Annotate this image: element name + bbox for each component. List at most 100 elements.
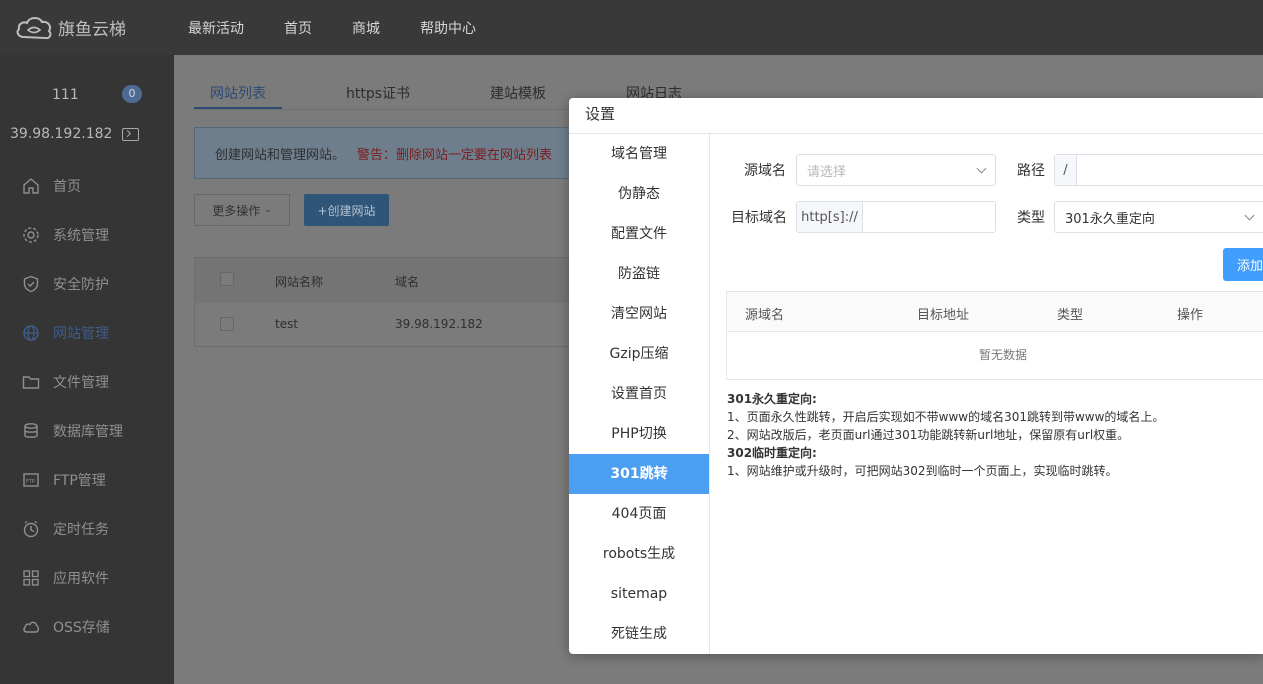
- nav-latest[interactable]: 最新活动: [188, 18, 244, 38]
- target-domain-group: http[s]://: [796, 201, 996, 233]
- top-bar: 旗鱼云梯 最新活动 首页 商城 帮助中心: [0, 0, 1263, 55]
- add-button[interactable]: 添加: [1223, 248, 1263, 281]
- sidebar-item-oss[interactable]: OSS存储: [0, 602, 174, 651]
- col-domain: 域名: [395, 275, 420, 289]
- apps-icon: [22, 569, 40, 587]
- side-item-clear-site[interactable]: 清空网站: [569, 294, 709, 334]
- target-domain-label: 目标域名: [731, 210, 787, 226]
- note-301-1: 1、页面永久性跳转，开启后实现如不带www的域名301跳转到带www的域名上。: [727, 410, 1165, 424]
- terminal-icon[interactable]: [122, 127, 140, 141]
- sidebar: 111 0 39.98.192.182 首页 系统管理 安全防护 网站管理 文件…: [0, 55, 174, 684]
- settings-modal: 设置 域名管理 伪静态 配置文件 防盗链 清空网站 Gzip压缩 设置首页 PH…: [569, 98, 1263, 654]
- clock-icon: [22, 520, 40, 538]
- col-source-domain: 源域名: [745, 308, 785, 323]
- side-item-php[interactable]: PHP切换: [569, 414, 709, 454]
- sidebar-item-label: OSS存储: [53, 619, 110, 636]
- sidebar-item-system[interactable]: 系统管理: [0, 210, 174, 259]
- sidebar-item-label: 安全防护: [53, 276, 109, 293]
- create-site-button[interactable]: +创建网站: [304, 194, 389, 226]
- domain-cell: 39.98.192.182: [395, 317, 483, 331]
- ftp-icon: FTP: [22, 471, 40, 489]
- side-item-index[interactable]: 设置首页: [569, 374, 709, 414]
- note-301-2: 2、网站改版后，老页面url通过301功能跳转新url地址，保留原有url权重。: [727, 428, 1130, 442]
- modal-title: 设置: [569, 98, 1263, 134]
- select-all-checkbox[interactable]: [220, 272, 234, 286]
- nav-home[interactable]: 首页: [284, 18, 312, 38]
- redirect-panel: 源域名 请选择 路径 / 目标域名 http[s]:// 类型 301永久重定向…: [711, 134, 1263, 654]
- more-actions-label: 更多操作: [212, 203, 261, 218]
- type-label: 类型: [1017, 210, 1045, 226]
- sidebar-item-label: 网站管理: [53, 325, 109, 342]
- sidebar-item-label: FTP管理: [53, 472, 106, 489]
- note-301-heading: 301永久重定向:: [727, 392, 817, 406]
- sidebar-item-apps[interactable]: 应用软件: [0, 553, 174, 602]
- side-item-deadlink[interactable]: 死链生成: [569, 614, 709, 654]
- path-prefix: /: [1055, 155, 1077, 185]
- source-domain-placeholder: 请选择: [807, 164, 847, 180]
- side-item-robots[interactable]: robots生成: [569, 534, 709, 574]
- side-item-hotlink[interactable]: 防盗链: [569, 254, 709, 294]
- sidebar-item-home[interactable]: 首页: [0, 161, 174, 210]
- sidebar-item-label: 数据库管理: [53, 423, 123, 440]
- sidebar-item-cron[interactable]: 定时任务: [0, 504, 174, 553]
- svg-text:FTP: FTP: [26, 479, 35, 485]
- side-item-domain[interactable]: 域名管理: [569, 134, 709, 174]
- chevron-down-icon: ⌄: [264, 205, 272, 215]
- notification-badge[interactable]: 0: [122, 85, 142, 103]
- chevron-down-icon: [1244, 210, 1255, 221]
- sidebar-item-security[interactable]: 安全防护: [0, 259, 174, 308]
- sidebar-item-files[interactable]: 文件管理: [0, 357, 174, 406]
- tab-https[interactable]: https证书: [330, 83, 426, 109]
- path-input[interactable]: [1077, 155, 1263, 185]
- sidebar-item-label: 系统管理: [53, 227, 109, 244]
- col-type: 类型: [1057, 308, 1084, 323]
- note-302-heading: 302临时重定向:: [727, 446, 817, 460]
- folder-icon: [22, 373, 40, 391]
- more-actions-button[interactable]: 更多操作 ⌄: [194, 194, 290, 226]
- top-nav: 最新活动 首页 商城 帮助中心: [188, 18, 516, 38]
- gear-icon: [22, 226, 40, 244]
- side-item-sitemap[interactable]: sitemap: [569, 574, 709, 614]
- tab-templates[interactable]: 建站模板: [474, 83, 562, 109]
- target-domain-input[interactable]: [863, 202, 995, 232]
- empty-state: 暂无数据: [978, 348, 1027, 362]
- sidebar-menu: 首页 系统管理 安全防护 网站管理 文件管理 数据库管理 FTP FTP管理 定: [0, 161, 174, 651]
- sidebar-item-label: 定时任务: [53, 521, 109, 538]
- tab-site-list[interactable]: 网站列表: [194, 83, 282, 109]
- sidebar-item-label: 首页: [53, 178, 81, 195]
- redirect-table: 源域名 目标地址 类型 操作 暂无数据: [726, 291, 1263, 380]
- globe-icon: [22, 324, 40, 342]
- table-header: 源域名 目标地址 类型 操作: [727, 292, 1263, 332]
- sidebar-item-database[interactable]: 数据库管理: [0, 406, 174, 455]
- nav-help[interactable]: 帮助中心: [420, 18, 476, 38]
- user-name: 111: [52, 87, 79, 103]
- sidebar-item-label: 应用软件: [53, 570, 109, 587]
- cloud-logo-icon: [16, 16, 52, 39]
- col-target-address: 目标地址: [917, 308, 970, 323]
- side-item-404[interactable]: 404页面: [569, 494, 709, 534]
- side-item-gzip[interactable]: Gzip压缩: [569, 334, 709, 374]
- info-text: 创建网站和管理网站。: [215, 147, 346, 163]
- sidebar-item-label: 文件管理: [53, 374, 109, 391]
- redirect-type-select[interactable]: 301永久重定向: [1054, 201, 1263, 233]
- side-item-rewrite[interactable]: 伪静态: [569, 174, 709, 214]
- path-label: 路径: [1017, 163, 1045, 179]
- redirect-type-value: 301永久重定向: [1065, 211, 1155, 227]
- shield-icon: [22, 275, 40, 293]
- sidebar-item-website[interactable]: 网站管理: [0, 308, 174, 357]
- sidebar-item-ftp[interactable]: FTP FTP管理: [0, 455, 174, 504]
- side-item-301[interactable]: 301跳转: [569, 454, 709, 494]
- col-actions: 操作: [1177, 308, 1204, 323]
- cloud-icon: [22, 618, 40, 636]
- server-ip: 39.98.192.182: [10, 126, 113, 142]
- logo-text: 旗鱼云梯: [58, 20, 126, 40]
- side-item-config[interactable]: 配置文件: [569, 214, 709, 254]
- source-domain-label: 源域名: [744, 163, 786, 179]
- site-name-cell[interactable]: test: [275, 317, 298, 331]
- row-checkbox[interactable]: [220, 317, 234, 331]
- source-domain-select[interactable]: 请选择: [796, 154, 996, 186]
- logo[interactable]: 旗鱼云梯: [0, 13, 174, 43]
- path-input-group: /: [1054, 154, 1263, 186]
- nav-shop[interactable]: 商城: [352, 18, 380, 38]
- col-site-name: 网站名称: [275, 275, 324, 289]
